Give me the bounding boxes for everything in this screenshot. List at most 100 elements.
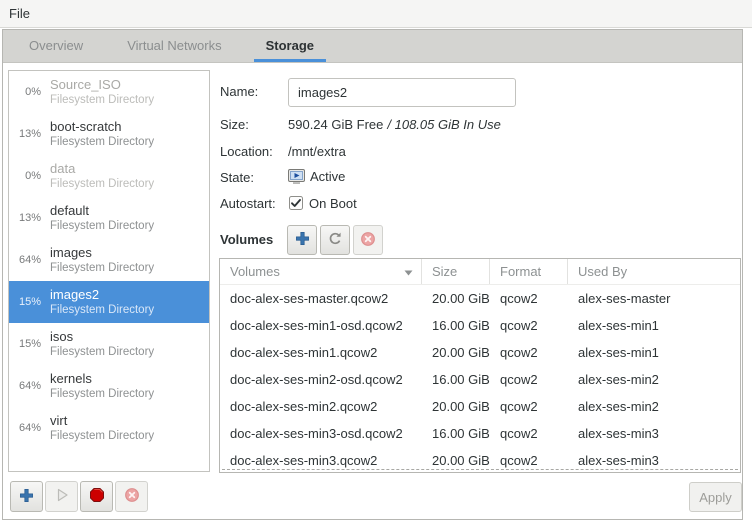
pool-name: images bbox=[50, 244, 154, 261]
table-drop-indicator bbox=[222, 469, 738, 470]
pool-running-icon bbox=[288, 169, 305, 187]
start-pool-button[interactable] bbox=[45, 481, 78, 512]
size-value: 590.24 GiB Free / 108.05 GiB In Use bbox=[288, 117, 501, 132]
tab-virtual-networks[interactable]: Virtual Networks bbox=[105, 30, 243, 62]
state-value: Active bbox=[310, 169, 345, 184]
column-header-volumes[interactable]: Volumes bbox=[220, 259, 422, 284]
size-free: 590.24 GiB Free bbox=[288, 117, 383, 132]
pool-name: isos bbox=[50, 328, 154, 345]
pool-row-default[interactable]: 13% defaultFilesystem Directory bbox=[9, 197, 209, 239]
pool-usage-percent: 13% bbox=[9, 128, 50, 140]
pool-row-images2-selected[interactable]: 15% images2Filesystem Directory bbox=[9, 281, 209, 323]
pool-usage-percent: 13% bbox=[9, 212, 50, 224]
autostart-value: On Boot bbox=[309, 196, 357, 211]
volume-name-cell: doc-alex-ses-min2-osd.qcow2 bbox=[220, 366, 422, 393]
column-header-used-by[interactable]: Used By bbox=[568, 259, 740, 284]
pool-row-source-iso[interactable]: 0% Source_ISOFilesystem Directory bbox=[9, 71, 209, 113]
pool-row-isos[interactable]: 15% isosFilesystem Directory bbox=[9, 323, 209, 365]
location-value: /mnt/extra bbox=[288, 144, 346, 159]
pool-name: images2 bbox=[50, 286, 154, 303]
pool-name-input[interactable] bbox=[288, 78, 516, 107]
file-menu[interactable]: File bbox=[0, 0, 39, 27]
volume-size-cell: 20.00 GiB bbox=[422, 285, 490, 312]
volumes-table: Volumes Size Format Used By doc-alex-ses… bbox=[219, 258, 741, 473]
refresh-volumes-button[interactable] bbox=[320, 225, 350, 255]
sort-descending-icon bbox=[404, 259, 413, 284]
volume-size-cell: 20.00 GiB bbox=[422, 339, 490, 366]
pool-type: Filesystem Directory bbox=[50, 303, 154, 318]
pool-type: Filesystem Directory bbox=[50, 177, 154, 192]
column-header-size[interactable]: Size bbox=[422, 259, 490, 284]
volume-row[interactable]: doc-alex-ses-min1-osd.qcow2 16.00 GiB qc… bbox=[220, 312, 740, 339]
pool-type: Filesystem Directory bbox=[50, 135, 154, 150]
volume-format-cell: qcow2 bbox=[490, 366, 568, 393]
volume-row[interactable]: doc-alex-ses-min3-osd.qcow2 16.00 GiB qc… bbox=[220, 420, 740, 447]
tab-strip: Overview Virtual Networks Storage bbox=[3, 30, 742, 63]
volume-name-cell: doc-alex-ses-min1-osd.qcow2 bbox=[220, 312, 422, 339]
pool-row-images[interactable]: 64% imagesFilesystem Directory bbox=[9, 239, 209, 281]
pool-row-virt[interactable]: 64% virtFilesystem Directory bbox=[9, 407, 209, 449]
volume-name-cell: doc-alex-ses-min2.qcow2 bbox=[220, 393, 422, 420]
volume-row[interactable]: doc-alex-ses-min2.qcow2 20.00 GiB qcow2 … bbox=[220, 393, 740, 420]
volume-used-by-cell: alex-ses-min1 bbox=[568, 312, 740, 339]
pool-usage-percent: 64% bbox=[9, 380, 50, 392]
pool-row-kernels[interactable]: 64% kernelsFilesystem Directory bbox=[9, 365, 209, 407]
name-label: Name: bbox=[220, 84, 258, 99]
delete-circle-icon bbox=[360, 231, 376, 250]
volume-used-by-cell: alex-ses-master bbox=[568, 285, 740, 312]
volume-used-by-cell: alex-ses-min1 bbox=[568, 339, 740, 366]
volume-used-by-cell: alex-ses-min3 bbox=[568, 420, 740, 447]
volume-format-cell: qcow2 bbox=[490, 420, 568, 447]
add-volume-button[interactable] bbox=[287, 225, 317, 255]
volume-row[interactable]: doc-alex-ses-master.qcow2 20.00 GiB qcow… bbox=[220, 285, 740, 312]
volume-format-cell: qcow2 bbox=[490, 312, 568, 339]
state-label: State: bbox=[220, 170, 254, 185]
storage-pool-list: 0% Source_ISOFilesystem Directory 13% bo… bbox=[8, 70, 210, 472]
pool-row-boot-scratch[interactable]: 13% boot-scratchFilesystem Directory bbox=[9, 113, 209, 155]
stop-pool-button[interactable] bbox=[80, 481, 113, 512]
pool-usage-percent: 0% bbox=[9, 86, 50, 98]
volumes-table-header: Volumes Size Format Used By bbox=[220, 259, 740, 285]
volume-format-cell: qcow2 bbox=[490, 393, 568, 420]
plus-icon bbox=[19, 488, 34, 506]
volume-row[interactable]: doc-alex-ses-min1.qcow2 20.00 GiB qcow2 … bbox=[220, 339, 740, 366]
volume-size-cell: 20.00 GiB bbox=[422, 393, 490, 420]
pool-usage-percent: 15% bbox=[9, 338, 50, 350]
pool-usage-percent: 64% bbox=[9, 254, 50, 266]
volume-name-cell: doc-alex-ses-master.qcow2 bbox=[220, 285, 422, 312]
size-in-use: / 108.05 GiB In Use bbox=[387, 117, 500, 132]
volume-row[interactable]: doc-alex-ses-min2-osd.qcow2 16.00 GiB qc… bbox=[220, 366, 740, 393]
size-label: Size: bbox=[220, 117, 249, 132]
delete-circle-icon bbox=[124, 487, 140, 506]
column-header-label: Volumes bbox=[230, 259, 280, 284]
volume-size-cell: 16.00 GiB bbox=[422, 366, 490, 393]
volume-format-cell: qcow2 bbox=[490, 339, 568, 366]
tab-storage[interactable]: Storage bbox=[244, 30, 336, 62]
pool-name: kernels bbox=[50, 370, 154, 387]
tab-overview[interactable]: Overview bbox=[7, 30, 105, 62]
add-pool-button[interactable] bbox=[10, 481, 43, 512]
pool-name: default bbox=[50, 202, 154, 219]
pool-name: virt bbox=[50, 412, 154, 429]
pool-type: Filesystem Directory bbox=[50, 429, 154, 444]
menubar: File bbox=[0, 0, 752, 28]
connection-details-window: File Overview Virtual Networks Storage 0… bbox=[0, 0, 752, 523]
volume-used-by-cell: alex-ses-min2 bbox=[568, 366, 740, 393]
volume-name-cell: doc-alex-ses-min3-osd.qcow2 bbox=[220, 420, 422, 447]
autostart-row: On Boot bbox=[288, 195, 357, 214]
column-header-format[interactable]: Format bbox=[490, 259, 568, 284]
apply-button[interactable]: Apply bbox=[689, 482, 742, 512]
delete-volume-button[interactable] bbox=[353, 225, 383, 255]
delete-pool-button[interactable] bbox=[115, 481, 148, 512]
pool-usage-percent: 0% bbox=[9, 170, 50, 182]
pool-type: Filesystem Directory bbox=[50, 93, 154, 108]
volumes-section-title: Volumes bbox=[220, 232, 273, 247]
pool-type: Filesystem Directory bbox=[50, 261, 154, 276]
pool-row-data[interactable]: 0% dataFilesystem Directory bbox=[9, 155, 209, 197]
stop-icon bbox=[89, 487, 105, 506]
volume-name-cell: doc-alex-ses-min1.qcow2 bbox=[220, 339, 422, 366]
pool-type: Filesystem Directory bbox=[50, 345, 154, 360]
pool-name: boot-scratch bbox=[50, 118, 154, 135]
volume-used-by-cell: alex-ses-min2 bbox=[568, 393, 740, 420]
autostart-checkbox[interactable] bbox=[288, 195, 304, 214]
